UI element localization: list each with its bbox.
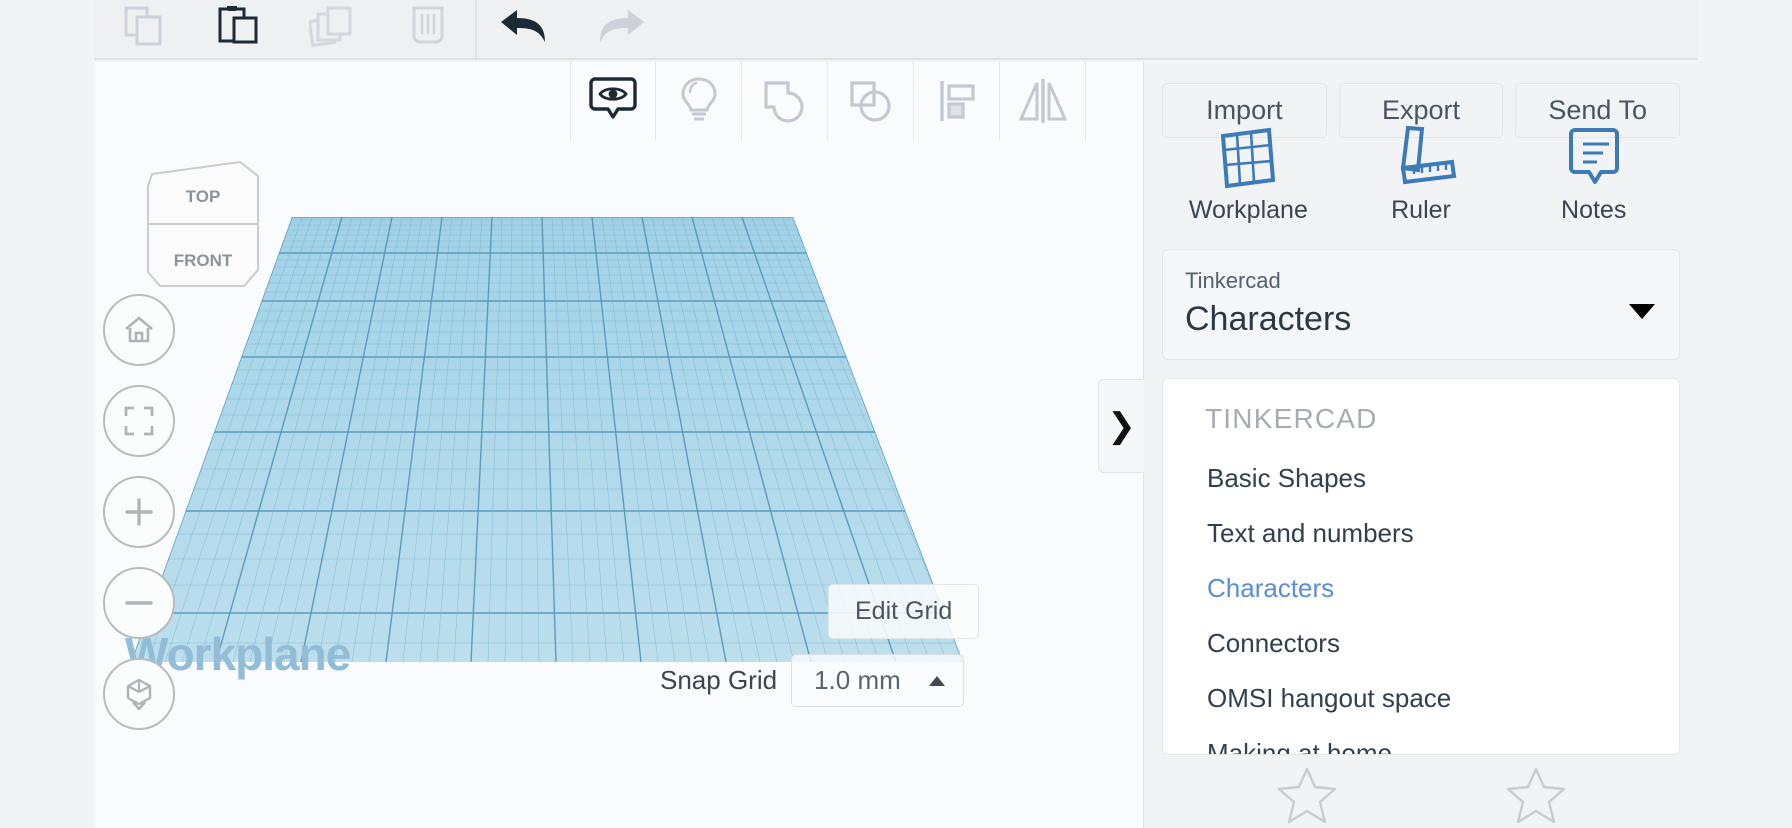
viewcube-front-label: FRONT: [174, 251, 233, 270]
caret-up-icon: [928, 675, 945, 686]
shape-library-selector[interactable]: Tinkercad Characters: [1162, 249, 1680, 360]
snap-grid-select[interactable]: 1.0 mm: [791, 654, 964, 707]
fit-to-view-icon[interactable]: [103, 385, 175, 457]
object-tools-toolbar: [570, 62, 1086, 140]
workplane-grid-icon: [1221, 127, 1276, 189]
edit-toolbar: [95, 0, 1698, 60]
favorite-star-icon-2[interactable]: [1504, 765, 1568, 828]
delete-icon[interactable]: [380, 0, 475, 59]
edit-toolbar-left-group: [95, 0, 475, 59]
zoom-in-icon[interactable]: [103, 476, 175, 548]
light-bulb-icon[interactable]: [656, 62, 742, 140]
ungroup-icon[interactable]: [828, 62, 914, 140]
mirror-icon[interactable]: [1000, 62, 1086, 140]
chevron-down-icon: [1629, 304, 1655, 319]
notes-tool-label: Notes: [1561, 196, 1627, 224]
shape-library-dropdown: TINKERCAD Basic Shapes Text and numbers …: [1162, 378, 1680, 755]
home-view-icon[interactable]: [103, 294, 175, 366]
notes-callout-icon: [1568, 128, 1619, 184]
viewcube-top-label: TOP: [186, 187, 221, 206]
view-navigation-controls: [103, 294, 175, 730]
snap-grid-control: Snap Grid 1.0 mm: [660, 654, 964, 707]
ruler-icon: [1400, 125, 1457, 185]
right-sidebar: Import Export Send To Workplane Ruler No…: [1143, 62, 1698, 828]
panel-helper-tools: Workplane Ruler Notes: [1144, 124, 1698, 225]
redo-icon[interactable]: [572, 0, 667, 59]
align-icon[interactable]: [914, 62, 1000, 140]
duplicate-icon[interactable]: [285, 0, 380, 59]
library-selected-value: Characters: [1185, 300, 1352, 338]
undo-icon[interactable]: [477, 0, 572, 59]
workplane-tool[interactable]: Workplane: [1162, 124, 1335, 225]
dropdown-item-text-and-numbers[interactable]: Text and numbers: [1163, 506, 1679, 561]
dropdown-item-connectors[interactable]: Connectors: [1163, 616, 1679, 671]
library-category-label: Tinkercad: [1185, 268, 1281, 293]
tinkercad-editor-window: Workplane TOP FRONT Edit Grid Snap Grid …: [0, 0, 1792, 828]
3d-canvas[interactable]: Workplane TOP FRONT Edit Grid Snap Grid …: [95, 62, 1143, 828]
snap-grid-label: Snap Grid: [660, 665, 778, 695]
dropdown-item-characters[interactable]: Characters: [1163, 561, 1679, 616]
shape-grid-footer: [1144, 758, 1699, 828]
workplane-tool-label: Workplane: [1188, 196, 1308, 224]
dropdown-group-header: TINKERCAD: [1205, 403, 1378, 434]
show-hide-icon[interactable]: [570, 62, 656, 140]
dropdown-item-basic-shapes[interactable]: Basic Shapes: [1163, 451, 1679, 506]
view-cube[interactable]: TOP FRONT: [140, 154, 265, 294]
group-icon[interactable]: [742, 62, 828, 140]
dropdown-item-making-at-home[interactable]: Making at home: [1163, 726, 1679, 754]
copy-icon[interactable]: [95, 0, 190, 59]
ruler-tool-label: Ruler: [1391, 196, 1451, 224]
edit-grid-button[interactable]: Edit Grid: [828, 584, 980, 639]
panel-collapse-toggle[interactable]: ❯: [1098, 379, 1144, 473]
paste-icon[interactable]: [190, 0, 285, 59]
notes-tool[interactable]: Notes: [1507, 124, 1680, 225]
zoom-out-icon[interactable]: [103, 567, 175, 639]
dropdown-item-omsi-hangout-space[interactable]: OMSI hangout space: [1163, 671, 1679, 726]
ortho-perspective-cube-icon[interactable]: [103, 658, 175, 730]
ruler-tool[interactable]: Ruler: [1335, 124, 1508, 225]
snap-grid-value: 1.0 mm: [814, 665, 901, 695]
edit-toolbar-history-group: [477, 0, 667, 59]
favorite-star-icon-1[interactable]: [1275, 765, 1339, 828]
